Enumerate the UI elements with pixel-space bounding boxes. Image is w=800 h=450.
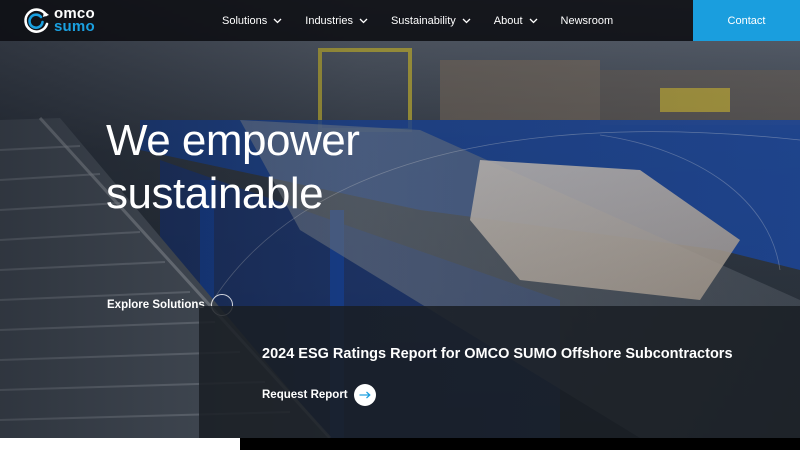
nav-item-about[interactable]: About bbox=[494, 15, 538, 27]
chevron-down-icon bbox=[462, 18, 471, 24]
nav-item-label: Solutions bbox=[222, 14, 268, 27]
chevron-down-icon bbox=[273, 18, 282, 24]
hero-headline-line1: We empower bbox=[106, 116, 360, 165]
nav-item-label: About bbox=[493, 14, 523, 27]
main-nav: Solutions Industries Sustainability Abou… bbox=[222, 0, 613, 41]
request-report-label: Request Report bbox=[262, 389, 348, 401]
hero-headline-line2: sustainable bbox=[106, 169, 324, 218]
hero-headline: We empower sustainable bbox=[106, 114, 526, 220]
nav-item-label: Newsroom bbox=[560, 14, 614, 27]
request-report-button[interactable]: Request Report bbox=[262, 384, 376, 406]
site-header: omco sumo Solutions Industries Sustainab… bbox=[0, 0, 800, 41]
report-panel: 2024 ESG Ratings Report for OMCO SUMO Of… bbox=[199, 306, 800, 438]
nav-item-newsroom[interactable]: Newsroom bbox=[561, 15, 614, 27]
bottom-strip-dark bbox=[240, 438, 800, 450]
chevron-down-icon bbox=[359, 18, 368, 24]
bottom-strip-light bbox=[0, 438, 240, 450]
chevron-down-icon bbox=[529, 18, 538, 24]
omco-sumo-logo[interactable]: omco sumo bbox=[22, 6, 112, 36]
logo-text-sumo: sumo bbox=[54, 18, 95, 35]
nav-item-label: Sustainability bbox=[390, 14, 456, 27]
contact-button[interactable]: Contact bbox=[693, 0, 800, 41]
explore-solutions-label: Explore Solutions bbox=[107, 299, 205, 311]
logo-mark-icon bbox=[24, 8, 49, 33]
arrow-right-icon bbox=[353, 384, 376, 406]
nav-item-solutions[interactable]: Solutions bbox=[222, 15, 282, 27]
hero-section: We empower sustainable Explore Solutions… bbox=[0, 0, 800, 438]
nav-item-industries[interactable]: Industries bbox=[305, 15, 368, 27]
nav-item-sustainability[interactable]: Sustainability bbox=[391, 15, 471, 27]
nav-item-label: Industries bbox=[305, 14, 353, 27]
report-title: 2024 ESG Ratings Report for OMCO SUMO Of… bbox=[262, 346, 733, 362]
